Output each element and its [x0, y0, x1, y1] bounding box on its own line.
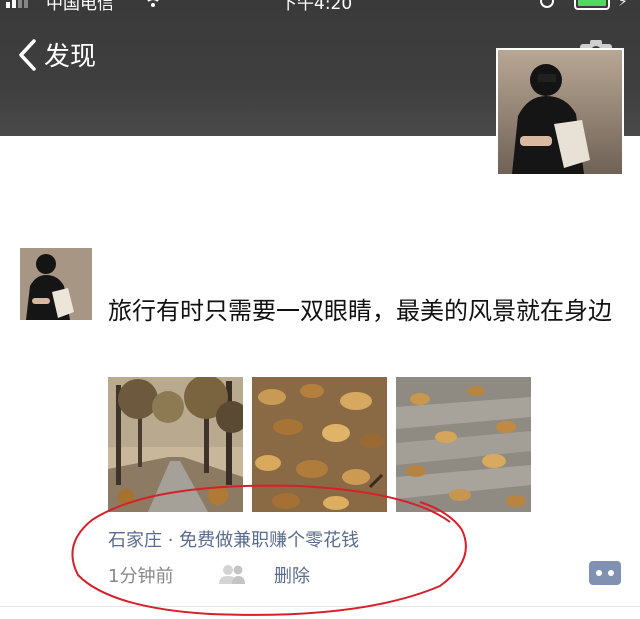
charging-icon: ⚡: [618, 0, 628, 10]
signal-icon: [6, 0, 28, 8]
clock: 下午4:20: [280, 0, 353, 14]
carrier-label: 中国电信: [46, 0, 114, 14]
photo-grid: [108, 377, 531, 512]
post-text: 旅行有时只需要一双眼睛，最美的风景就在身边: [108, 297, 612, 325]
back-label: 发现: [44, 42, 97, 72]
profile-avatar[interactable]: [496, 48, 624, 176]
wifi-icon: [144, 0, 162, 11]
post-author-avatar[interactable]: [20, 248, 92, 320]
post-photo[interactable]: [396, 377, 531, 512]
back-button[interactable]: 发现: [16, 36, 96, 73]
status-bar: 中国电信 下午4:20 ⚡: [0, 0, 640, 14]
post-time: 1分钟前: [108, 566, 174, 587]
chevron-left-icon: [19, 38, 36, 71]
divider: [0, 606, 640, 607]
battery-icon: [574, 0, 610, 10]
post-photo[interactable]: [252, 377, 387, 512]
location-link[interactable]: 石家庄 · 免费做兼职赚个零花钱: [108, 526, 359, 552]
comment-more-icon[interactable]: [588, 560, 622, 586]
visibility-icon: [219, 565, 245, 584]
delete-button[interactable]: 删除: [274, 562, 310, 588]
orientation-lock-icon: [540, 0, 554, 8]
post-photo[interactable]: [108, 377, 243, 512]
